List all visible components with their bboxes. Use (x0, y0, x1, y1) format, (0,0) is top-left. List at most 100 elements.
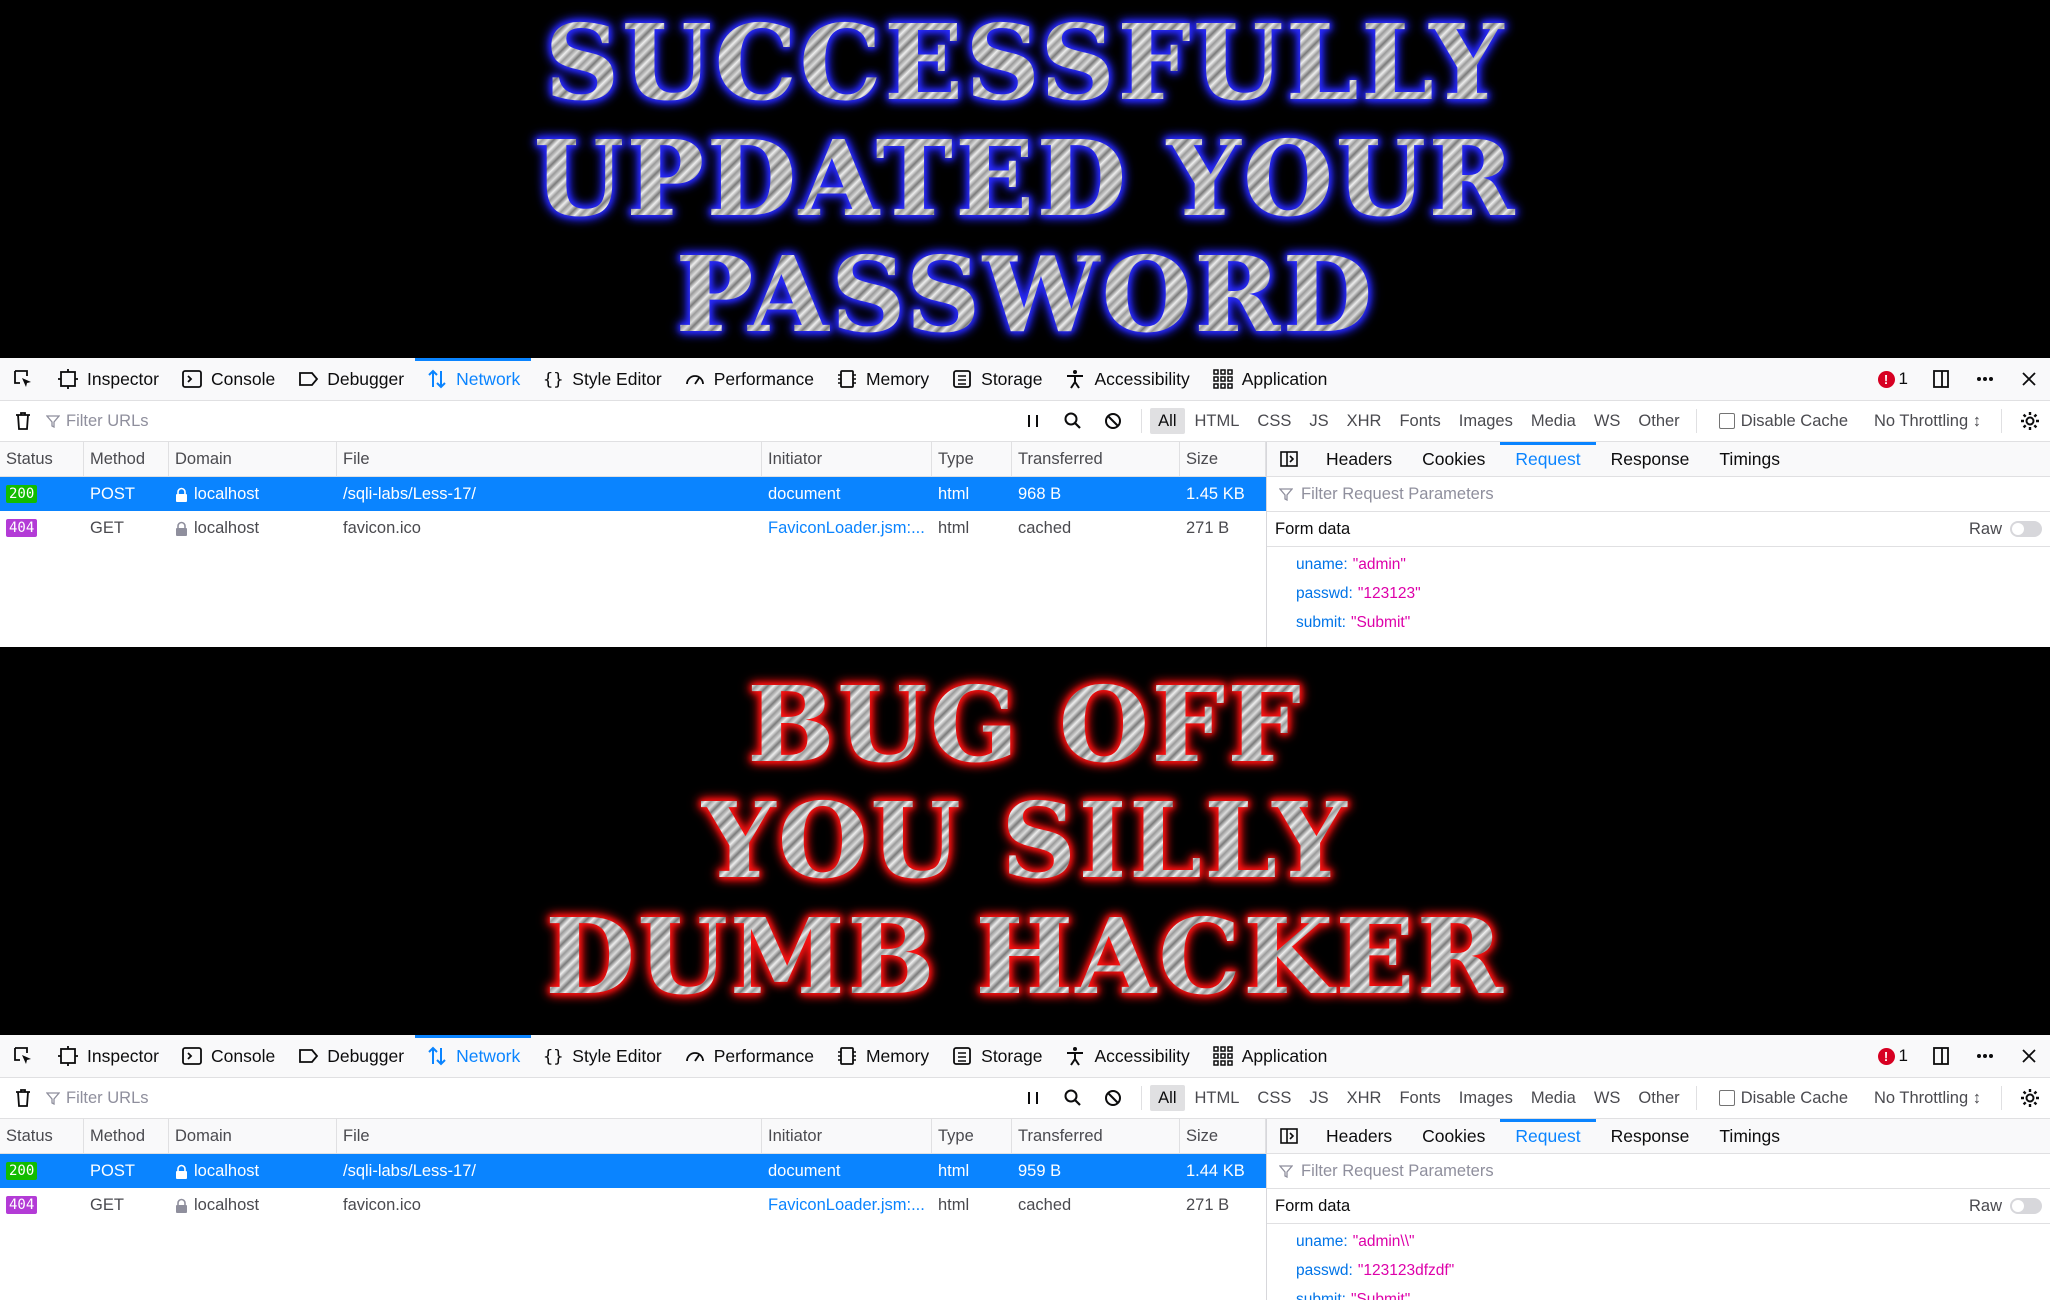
tab-console[interactable]: Console (170, 1035, 286, 1077)
type-filter-images[interactable]: Images (1451, 1085, 1521, 1111)
detail-tab-timings[interactable]: Timings (1704, 1119, 1795, 1153)
tab-console[interactable]: Console (170, 358, 286, 400)
tab-application[interactable]: Application (1201, 1035, 1339, 1077)
gear-icon[interactable] (2010, 401, 2050, 441)
toggle-sidebar-icon[interactable] (1267, 1119, 1311, 1153)
tab-memory[interactable]: Memory (825, 1035, 940, 1077)
checkbox[interactable] (1718, 1090, 1735, 1106)
type-filter-all[interactable]: All (1150, 1085, 1185, 1111)
gear-icon[interactable] (2010, 1078, 2050, 1118)
raw-toggle[interactable]: Raw (1969, 1197, 2042, 1216)
checkbox[interactable] (1718, 413, 1735, 429)
column-header-size[interactable]: Size (1180, 1119, 1266, 1153)
more-options-icon[interactable] (1974, 368, 1996, 390)
type-filter-fonts[interactable]: Fonts (1391, 408, 1448, 434)
type-filter-ws[interactable]: WS (1586, 1085, 1629, 1111)
detail-tab-request[interactable]: Request (1500, 442, 1596, 476)
raw-toggle[interactable]: Raw (1969, 520, 2042, 539)
tab-storage[interactable]: Storage (940, 358, 1053, 400)
type-filter-other[interactable]: Other (1630, 408, 1687, 434)
detail-tab-response[interactable]: Response (1596, 442, 1705, 476)
tab-debugger[interactable]: Debugger (286, 358, 415, 400)
type-filter-html[interactable]: HTML (1187, 1085, 1248, 1111)
tab-style-editor[interactable]: {} Style Editor (531, 1035, 672, 1077)
type-filter-css[interactable]: CSS (1249, 408, 1299, 434)
block-icon[interactable] (1093, 401, 1133, 441)
initiator-link[interactable]: FaviconLoader.jsm:... (768, 519, 925, 538)
column-header-status[interactable]: Status (0, 1119, 84, 1153)
search-icon[interactable] (1053, 401, 1093, 441)
filter-urls-input[interactable]: Filter URLs (46, 1089, 1026, 1108)
column-header-domain[interactable]: Domain (169, 442, 337, 476)
request-row[interactable]: 404 GET localhost favicon.ico FaviconLoader.… (0, 511, 1266, 545)
tab-debugger[interactable]: Debugger (286, 1035, 415, 1077)
tab-network[interactable]: Network (415, 1035, 532, 1077)
request-row[interactable]: 200 POST localhost/sqli-labs/Less-17/docum… (0, 1154, 1266, 1188)
request-row[interactable]: 404 GET localhost favicon.ico FaviconLoader.… (0, 1188, 1266, 1222)
clear-requests-icon[interactable] (0, 1087, 46, 1109)
type-filter-images[interactable]: Images (1451, 408, 1521, 434)
tab-accessibility[interactable]: Accessibility (1053, 358, 1200, 400)
close-icon[interactable] (2018, 368, 2040, 390)
type-filter-ws[interactable]: WS (1586, 408, 1629, 434)
error-count-badge[interactable]: ! 1 (1877, 1046, 1908, 1066)
column-header-domain[interactable]: Domain (169, 1119, 337, 1153)
column-header-initiator[interactable]: Initiator (762, 442, 932, 476)
more-options-icon[interactable] (1974, 1045, 1996, 1067)
tab-inspector[interactable]: Inspector (46, 1035, 170, 1077)
tab-memory[interactable]: Memory (825, 358, 940, 400)
detail-tab-timings[interactable]: Timings (1704, 442, 1795, 476)
type-filter-html[interactable]: HTML (1187, 408, 1248, 434)
dock-side-icon[interactable] (1930, 368, 1952, 390)
type-filter-xhr[interactable]: XHR (1339, 408, 1390, 434)
toggle-switch[interactable] (2010, 521, 2042, 537)
column-header-method[interactable]: Method (84, 442, 169, 476)
column-header-type[interactable]: Type (932, 442, 1012, 476)
type-filter-js[interactable]: JS (1301, 408, 1336, 434)
column-header-transferred[interactable]: Transferred (1012, 442, 1180, 476)
search-icon[interactable] (1053, 1078, 1093, 1118)
tab-inspector[interactable]: Inspector (46, 358, 170, 400)
column-header-size[interactable]: Size (1180, 442, 1266, 476)
type-filter-other[interactable]: Other (1630, 1085, 1687, 1111)
error-count-badge[interactable]: ! 1 (1877, 369, 1908, 389)
detail-tab-response[interactable]: Response (1596, 1119, 1705, 1153)
toggle-sidebar-icon[interactable] (1267, 442, 1311, 476)
type-filter-fonts[interactable]: Fonts (1391, 1085, 1448, 1111)
tab-performance[interactable]: Performance (673, 1035, 825, 1077)
toggle-switch[interactable] (2010, 1198, 2042, 1214)
dock-side-icon[interactable] (1930, 1045, 1952, 1067)
type-filter-xhr[interactable]: XHR (1339, 1085, 1390, 1111)
type-filter-js[interactable]: JS (1301, 1085, 1336, 1111)
type-filter-css[interactable]: CSS (1249, 1085, 1299, 1111)
clear-requests-icon[interactable] (0, 410, 46, 432)
throttling-select[interactable]: No Throttling ↕ (1862, 412, 1993, 431)
column-header-transferred[interactable]: Transferred (1012, 1119, 1180, 1153)
column-header-file[interactable]: File (337, 1119, 762, 1153)
element-picker-icon[interactable] (0, 358, 46, 400)
disable-cache-checkbox[interactable]: Disable Cache (1705, 412, 1862, 431)
initiator-link[interactable]: FaviconLoader.jsm:... (768, 1196, 925, 1215)
column-header-type[interactable]: Type (932, 1119, 1012, 1153)
close-icon[interactable] (2018, 1045, 2040, 1067)
pause-icon[interactable] (1013, 1078, 1053, 1118)
disable-cache-checkbox[interactable]: Disable Cache (1705, 1089, 1862, 1108)
column-header-initiator[interactable]: Initiator (762, 1119, 932, 1153)
column-header-status[interactable]: Status (0, 442, 84, 476)
column-header-file[interactable]: File (337, 442, 762, 476)
detail-tab-cookies[interactable]: Cookies (1407, 1119, 1500, 1153)
filter-request-params-input[interactable]: Filter Request Parameters (1267, 1154, 2050, 1189)
tab-storage[interactable]: Storage (940, 1035, 1053, 1077)
type-filter-all[interactable]: All (1150, 408, 1185, 434)
pause-icon[interactable] (1013, 401, 1053, 441)
tab-network[interactable]: Network (415, 358, 532, 400)
request-row[interactable]: 200 POST localhost/sqli-labs/Less-17/docum… (0, 477, 1266, 511)
tab-style-editor[interactable]: {} Style Editor (531, 358, 672, 400)
detail-tab-headers[interactable]: Headers (1311, 442, 1407, 476)
type-filter-media[interactable]: Media (1523, 1085, 1584, 1111)
tab-application[interactable]: Application (1201, 358, 1339, 400)
tab-accessibility[interactable]: Accessibility (1053, 1035, 1200, 1077)
detail-tab-cookies[interactable]: Cookies (1407, 442, 1500, 476)
filter-urls-input[interactable]: Filter URLs (46, 412, 1026, 431)
filter-request-params-input[interactable]: Filter Request Parameters (1267, 477, 2050, 512)
